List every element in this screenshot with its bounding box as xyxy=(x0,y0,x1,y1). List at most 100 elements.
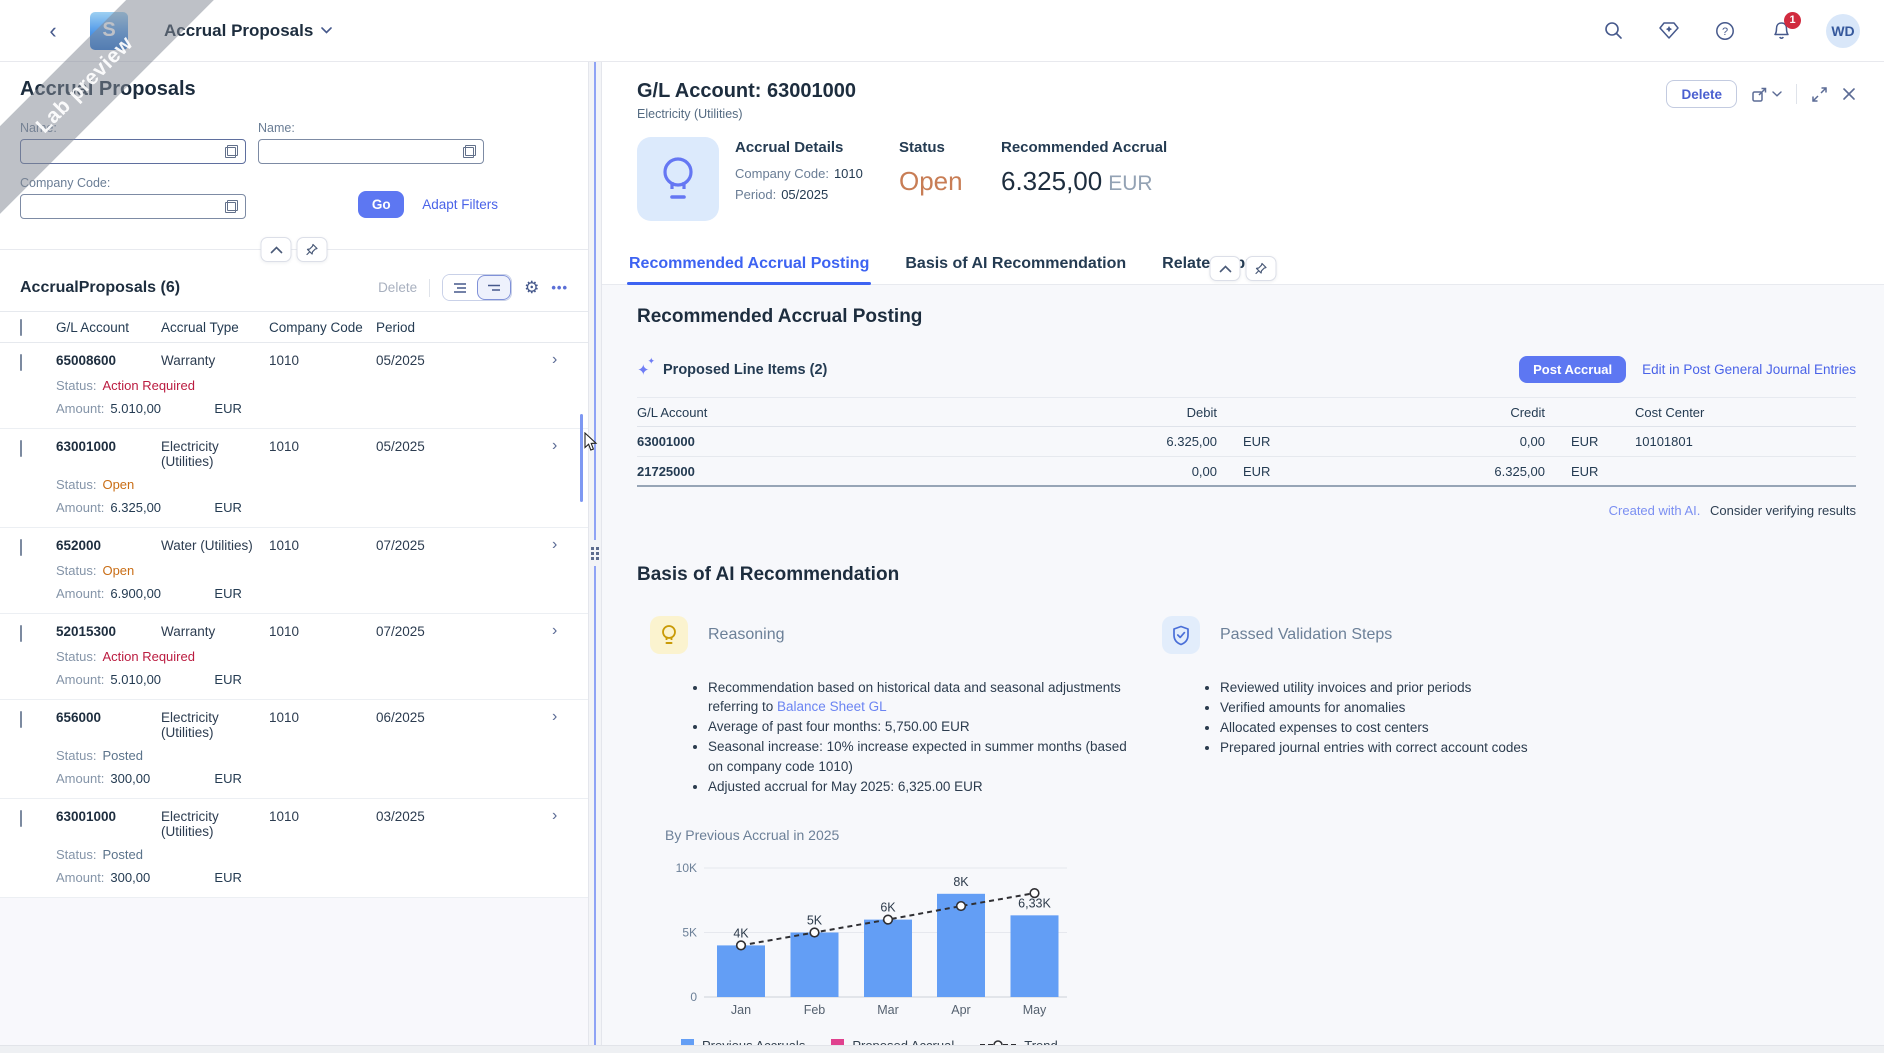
pin-header-button[interactable] xyxy=(1246,256,1277,281)
row-chevron-icon[interactable]: › xyxy=(552,710,568,724)
overflow-menu-icon[interactable]: ••• xyxy=(551,280,568,295)
row-checkbox[interactable] xyxy=(20,711,22,728)
chevron-up-icon xyxy=(1219,265,1231,273)
cell-period: 07/2025 xyxy=(376,538,476,553)
value-help-icon[interactable] xyxy=(225,145,238,158)
svg-text:5K: 5K xyxy=(682,925,697,939)
go-button[interactable]: Go xyxy=(358,191,404,218)
detail-delete-button[interactable]: Delete xyxy=(1666,80,1737,108)
row-checkbox[interactable] xyxy=(20,625,22,642)
row-checkbox[interactable] xyxy=(20,440,22,457)
chart-title: By Previous Accrual in 2025 xyxy=(665,827,1105,843)
share-button[interactable] xyxy=(1751,86,1782,103)
pin-filter-button[interactable] xyxy=(297,237,328,262)
col-credit: Credit xyxy=(1295,405,1545,420)
row-chevron-icon[interactable]: › xyxy=(552,353,568,367)
status-label: Status: xyxy=(56,748,96,763)
reasoning-card: Reasoning Recommendation based on histor… xyxy=(650,616,1136,797)
reasoning-bulb-icon xyxy=(650,616,688,654)
view-list-button[interactable] xyxy=(443,275,477,300)
svg-text:Jan: Jan xyxy=(731,1003,751,1017)
status-value: Open xyxy=(102,477,134,492)
row-checkbox[interactable] xyxy=(20,354,22,371)
post-accrual-button[interactable]: Post Accrual xyxy=(1519,356,1626,383)
master-empty-area xyxy=(0,898,588,1053)
list-delete-button[interactable]: Delete xyxy=(378,280,417,295)
recommended-accrual-heading: Recommended Accrual xyxy=(1001,139,1167,156)
value-help-icon[interactable] xyxy=(225,200,238,213)
status-value: Action Required xyxy=(102,649,195,664)
cell-account: 63001000 xyxy=(56,439,161,454)
cell-period: 05/2025 xyxy=(376,439,476,454)
edit-journal-entries-link[interactable]: Edit in Post General Journal Entries xyxy=(1642,362,1856,377)
table-row[interactable]: 63001000 Electricity (Utilities) 1010 05… xyxy=(0,429,588,528)
table-row[interactable]: 52015300 Warranty 1010 07/2025 › Status:… xyxy=(0,614,588,700)
cell-type: Electricity (Utilities) xyxy=(161,439,269,469)
row-chevron-icon[interactable]: › xyxy=(552,624,568,638)
line-item-row[interactable]: 63001000 6.325,00 EUR 0,00 EUR 10101801 xyxy=(637,427,1856,457)
back-button[interactable]: ‹ xyxy=(40,18,66,44)
master-panel: Accrual Proposals Name: Name: Company Co… xyxy=(0,62,588,1053)
splitter-grip[interactable] xyxy=(590,540,600,566)
amount-value: 5.010,00 xyxy=(110,672,196,687)
currency: EUR xyxy=(214,586,241,601)
tab-recommended-accrual-posting[interactable]: Recommended Accrual Posting xyxy=(627,243,871,284)
balance-sheet-gl-link[interactable]: Balance Sheet GL xyxy=(777,699,887,714)
app-title: Accrual Proposals xyxy=(164,21,313,41)
row-chevron-icon[interactable]: › xyxy=(552,809,568,823)
list-scrollbar-thumb[interactable] xyxy=(580,414,583,502)
close-button[interactable] xyxy=(1842,87,1856,101)
lightbulb-icon xyxy=(655,153,701,205)
toolbar-divider xyxy=(429,279,430,297)
filter-name2-input[interactable] xyxy=(259,140,483,163)
created-with-ai-link[interactable]: Created with AI. xyxy=(1609,503,1701,518)
li-credit-currency: EUR xyxy=(1545,464,1623,479)
column-accrual-type: Accrual Type xyxy=(161,320,269,335)
notifications-bell-icon[interactable]: 1 xyxy=(1770,20,1792,42)
gem-ai-icon[interactable] xyxy=(1658,20,1680,42)
collapse-filter-button[interactable] xyxy=(261,237,292,262)
table-row[interactable]: 63001000 Electricity (Utilities) 1010 03… xyxy=(0,799,588,898)
filter-name1-input[interactable] xyxy=(21,140,245,163)
avatar[interactable]: WD xyxy=(1826,14,1860,48)
pin-icon xyxy=(306,243,319,256)
cell-account: 63001000 xyxy=(56,809,161,824)
search-icon[interactable] xyxy=(1602,20,1624,42)
accrual-chart: By Previous Accrual in 2025 05K10K4KJan5… xyxy=(665,827,1105,1053)
list-toolbar: AccrualProposals (6) Delete ⚙ ••• xyxy=(0,274,588,311)
horizontal-scrollbar[interactable] xyxy=(0,1045,1884,1053)
app-title-menu[interactable]: Accrual Proposals xyxy=(164,21,332,41)
panel-splitter[interactable] xyxy=(588,62,602,1053)
status-value: Posted xyxy=(102,748,142,763)
row-checkbox[interactable] xyxy=(20,810,22,827)
li-debit: 6.325,00 xyxy=(1107,434,1217,449)
svg-text:Feb: Feb xyxy=(804,1003,826,1017)
adapt-filters-link[interactable]: Adapt Filters xyxy=(422,197,498,212)
header-divider xyxy=(1796,84,1797,104)
col-cost-center: Cost Center xyxy=(1623,405,1856,420)
row-chevron-icon[interactable]: › xyxy=(552,538,568,552)
select-all-checkbox[interactable] xyxy=(20,319,22,336)
recommended-currency: EUR xyxy=(1108,172,1152,195)
table-row[interactable]: 652000 Water (Utilities) 1010 07/2025 › … xyxy=(0,528,588,614)
help-icon[interactable]: ? xyxy=(1714,20,1736,42)
table-row[interactable]: 65008600 Warranty 1010 05/2025 › Status:… xyxy=(0,343,588,429)
expand-button[interactable] xyxy=(1811,86,1828,103)
tab-basis-of-ai-recommendation[interactable]: Basis of AI Recommendation xyxy=(903,243,1128,284)
recommended-value: 6.325,00 xyxy=(1001,166,1102,196)
currency: EUR xyxy=(214,500,241,515)
line-item-row[interactable]: 21725000 0,00 EUR 6.325,00 EUR xyxy=(637,457,1856,487)
row-checkbox[interactable] xyxy=(20,539,22,556)
status-value: Posted xyxy=(102,847,142,862)
verify-results-text: Consider verifying results xyxy=(1710,503,1856,518)
table-row[interactable]: 656000 Electricity (Utilities) 1010 06/2… xyxy=(0,700,588,799)
row-chevron-icon[interactable]: › xyxy=(552,439,568,453)
chevron-up-icon xyxy=(270,246,282,254)
filter-company-code-input[interactable] xyxy=(21,195,245,218)
collapse-header-button[interactable] xyxy=(1210,256,1241,281)
settings-gear-icon[interactable]: ⚙ xyxy=(524,279,539,296)
value-help-icon[interactable] xyxy=(463,145,476,158)
cell-period: 06/2025 xyxy=(376,710,476,725)
page-title: Accrual Proposals xyxy=(20,78,568,101)
view-condensed-button[interactable] xyxy=(477,275,511,300)
